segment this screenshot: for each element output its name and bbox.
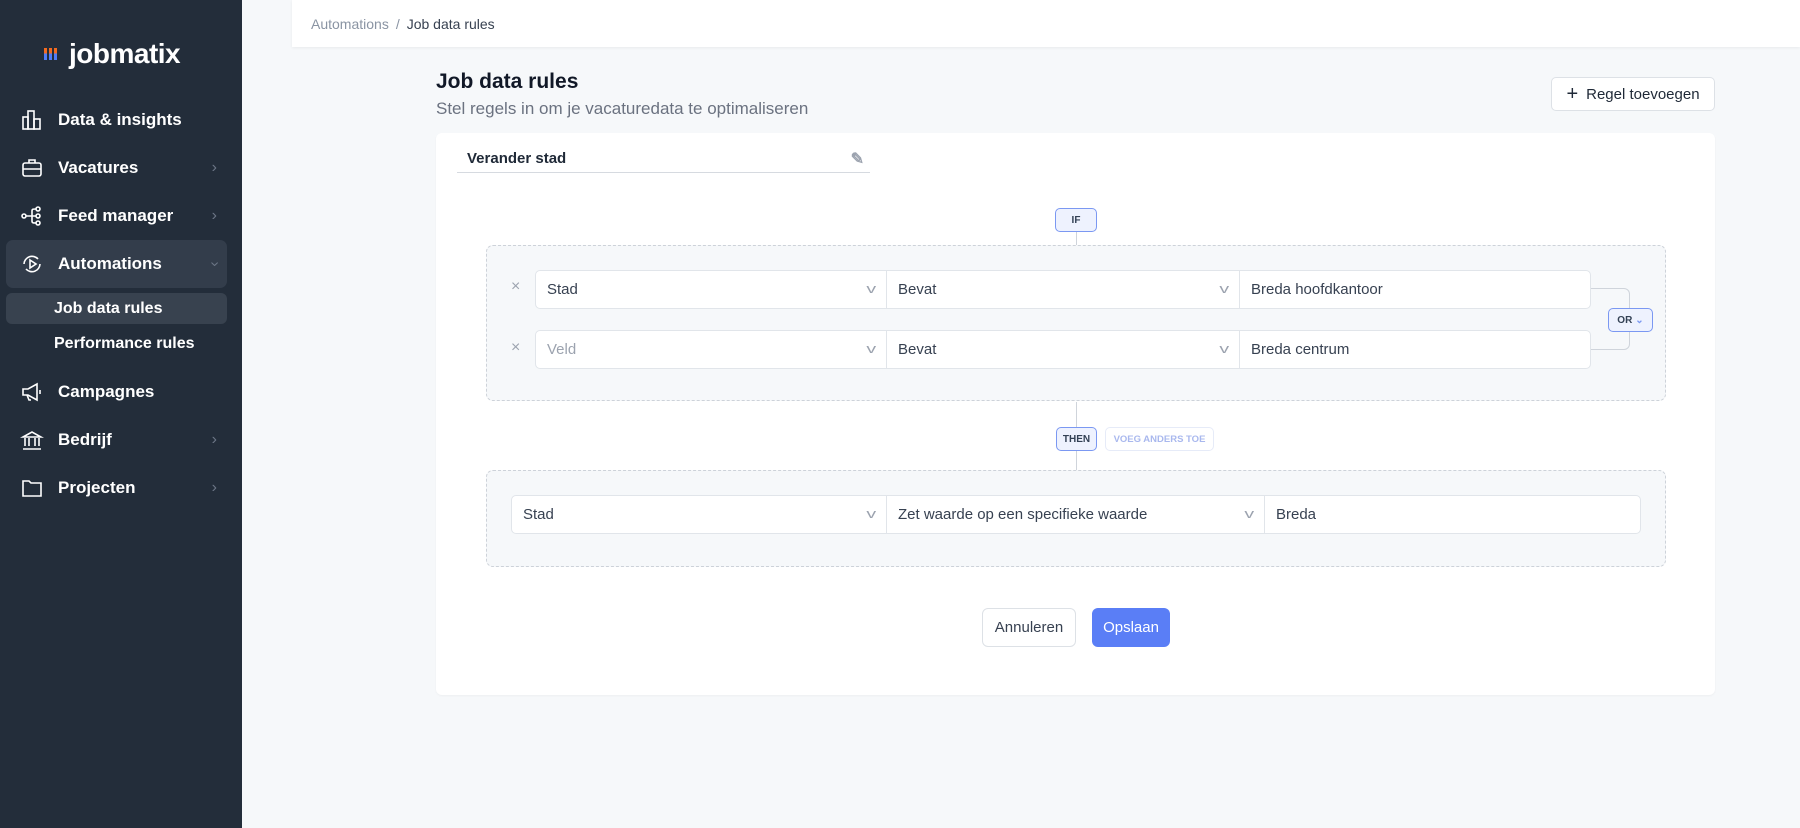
- share-nodes-icon: [21, 206, 41, 226]
- folder-icon: [22, 480, 42, 497]
- sidebar-item-label: Automations: [58, 254, 162, 273]
- sidebar-subitem-job-data-rules[interactable]: Job data rules: [6, 293, 227, 324]
- chevron-down-icon: v: [1218, 281, 1229, 296]
- remove-condition-icon[interactable]: ×: [511, 278, 520, 296]
- sidebar-item-label: Performance rules: [54, 334, 195, 352]
- cancel-label: Annuleren: [994, 619, 1064, 636]
- add-else-label: VOEG ANDERS TOE: [1113, 433, 1206, 445]
- select-value: Bevat: [898, 281, 937, 298]
- sidebar-item-automations[interactable]: Automations ›: [6, 240, 227, 288]
- breadcrumb-parent[interactable]: Automations: [311, 16, 389, 32]
- chevron-down-icon: v: [865, 506, 876, 521]
- pencil-icon[interactable]: ✎: [851, 149, 864, 169]
- condition-field-select[interactable]: Stad v: [535, 270, 887, 309]
- condition-value-input[interactable]: Breda centrum: [1239, 330, 1591, 369]
- chevron-down-icon: ⌄: [1635, 314, 1644, 326]
- sidebar-item-campagnes[interactable]: Campagnes: [6, 368, 227, 416]
- sidebar-item-projecten[interactable]: Projecten ›: [6, 464, 227, 512]
- or-operator-dropdown[interactable]: OR ⌄: [1608, 308, 1653, 332]
- sidebar-item-label: Campagnes: [58, 382, 155, 401]
- chart-bars-icon: [22, 110, 41, 130]
- chevron-right-icon: ›: [211, 207, 217, 224]
- page-subtitle: Stel regels in om je vacaturedata te opt…: [436, 99, 809, 118]
- breadcrumb-current: Job data rules: [406, 15, 495, 32]
- select-placeholder: Veld: [547, 341, 577, 358]
- add-else-button[interactable]: VOEG ANDERS TOE: [1105, 427, 1214, 451]
- logo-text: jobmatix: [69, 38, 181, 69]
- breadcrumb-separator: /: [395, 15, 400, 32]
- action-value-input[interactable]: Breda: [1264, 495, 1641, 534]
- plus-icon: +: [1566, 82, 1579, 105]
- breadcrumb: Automations / Job data rules: [292, 0, 1800, 47]
- select-value: Stad: [547, 281, 578, 298]
- select-value: Stad: [523, 506, 554, 523]
- rule-name-value: Verander stad: [467, 150, 567, 167]
- add-rule-label: Regel toevoegen: [1586, 85, 1700, 103]
- page-title: Job data rules: [436, 70, 579, 93]
- action-field-select[interactable]: Stad v: [511, 495, 887, 534]
- sidebar-item-data-insights[interactable]: Data & insights: [6, 96, 227, 144]
- sidebar-subitem-performance-rules[interactable]: Performance rules: [6, 328, 227, 359]
- if-label: IF: [1071, 214, 1081, 226]
- chevron-right-icon: ›: [211, 159, 217, 176]
- condition-operator-select[interactable]: Bevat v: [886, 330, 1240, 369]
- chevron-right-icon: ›: [211, 479, 217, 496]
- add-rule-button[interactable]: + Regel toevoegen: [1551, 77, 1715, 111]
- chevron-down-icon: ›: [206, 261, 224, 267]
- chevron-down-icon: v: [1218, 341, 1229, 356]
- sidebar-item-label: Job data rules: [54, 299, 163, 317]
- sidebar-item-label: Bedrijf: [58, 430, 112, 449]
- chevron-down-icon: v: [1243, 506, 1254, 521]
- chevron-right-icon: ›: [211, 431, 217, 448]
- save-button[interactable]: Opslaan: [1092, 608, 1170, 647]
- sidebar-item-vacatures[interactable]: Vacatures ›: [6, 144, 227, 192]
- sidebar-item-feed-manager[interactable]: Feed manager ›: [6, 192, 227, 240]
- select-value: Zet waarde op een specifieke waarde: [898, 506, 1148, 523]
- sidebar-item-label: Data & insights: [58, 110, 182, 129]
- conditions-group: [486, 245, 1666, 401]
- sidebar-item-label: Projecten: [58, 478, 136, 497]
- remove-condition-icon[interactable]: ×: [511, 339, 520, 357]
- then-badge: THEN: [1056, 427, 1097, 451]
- chevron-down-icon: v: [865, 281, 876, 296]
- action-operation-select[interactable]: Zet waarde op een specifieke waarde v: [886, 495, 1265, 534]
- condition-value-input[interactable]: Breda hoofdkantoor: [1239, 270, 1591, 309]
- briefcase-icon: [22, 159, 42, 177]
- cancel-button[interactable]: Annuleren: [982, 608, 1076, 647]
- rule-name-field[interactable]: Verander stad ✎: [457, 145, 870, 173]
- condition-field-select[interactable]: Veld v: [535, 330, 887, 369]
- logo-mark-icon: [44, 48, 57, 60]
- select-value: Bevat: [898, 341, 937, 358]
- megaphone-icon: [22, 382, 41, 402]
- sidebar-item-label: Feed manager: [58, 206, 174, 225]
- sidebar-item-label: Vacatures: [58, 158, 139, 177]
- input-value: Breda: [1276, 506, 1317, 523]
- chevron-down-icon: v: [865, 341, 876, 356]
- input-value: Breda hoofdkantoor: [1251, 281, 1383, 298]
- condition-operator-select[interactable]: Bevat v: [886, 270, 1240, 309]
- sidebar-item-bedrijf[interactable]: Bedrijf ›: [6, 416, 227, 464]
- or-label: OR: [1617, 314, 1633, 326]
- automation-play-icon: [23, 255, 41, 273]
- save-label: Opslaan: [1103, 619, 1159, 636]
- if-badge: IF: [1055, 208, 1097, 232]
- then-label: THEN: [1062, 433, 1091, 445]
- bank-icon: [20, 431, 44, 450]
- input-value: Breda centrum: [1251, 341, 1350, 358]
- logo[interactable]: jobmatix: [44, 38, 181, 70]
- sidebar: jobmatix Data & insights Vacatures › Fee…: [0, 0, 242, 828]
- connector-line: [1076, 232, 1077, 245]
